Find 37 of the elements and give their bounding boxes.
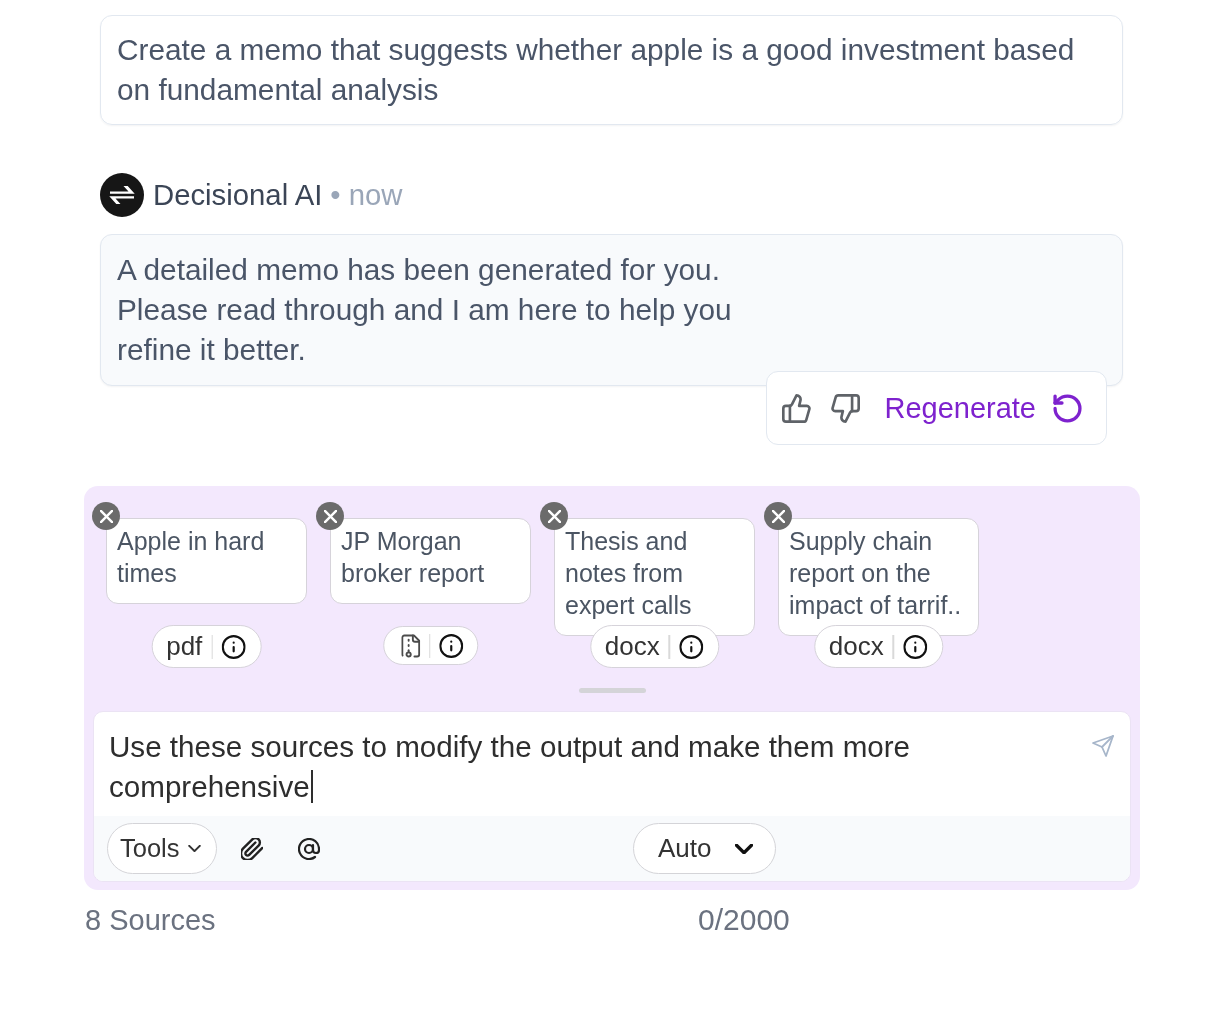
swap-arrows-icon bbox=[100, 173, 144, 217]
at-sign-icon[interactable] bbox=[297, 837, 320, 860]
remove-button[interactable] bbox=[316, 502, 344, 530]
source-card[interactable]: JP Morgan broker report bbox=[330, 518, 531, 604]
info-icon[interactable] bbox=[903, 634, 928, 659]
message-time: • now bbox=[330, 177, 403, 213]
thumbs-down-icon[interactable] bbox=[831, 393, 861, 423]
character-count: 0/2000 bbox=[698, 903, 790, 937]
tools-button[interactable]: Tools bbox=[107, 823, 217, 874]
source-card[interactable]: Thesis and notes from expert calls bbox=[554, 518, 755, 636]
info-icon[interactable] bbox=[439, 633, 464, 658]
close-icon bbox=[771, 509, 785, 523]
close-icon bbox=[547, 509, 561, 523]
file-icon bbox=[400, 633, 420, 658]
remove-button[interactable] bbox=[540, 502, 568, 530]
remove-button[interactable] bbox=[764, 502, 792, 530]
refresh-icon bbox=[1053, 393, 1082, 423]
info-icon[interactable] bbox=[221, 634, 246, 659]
source-count: 8 Sources bbox=[85, 903, 216, 937]
remove-button[interactable] bbox=[92, 502, 120, 530]
thumbs-up-icon[interactable] bbox=[782, 393, 812, 423]
source-card[interactable]: Supply chain report on the impact of tarrif.. bbox=[778, 518, 979, 636]
assistant-message: A detailed memo has been generated for you. Please read through and I am here to help you refine it better. bbox=[117, 252, 733, 368]
mode-dropdown[interactable]: Auto bbox=[633, 823, 776, 874]
sender-name: Decisional AI bbox=[153, 177, 323, 213]
chevron-down-icon bbox=[187, 845, 201, 852]
user-message: Create a memo that suggests whether apple is a good investment based on fundamental analysis bbox=[100, 15, 1123, 125]
info-icon[interactable] bbox=[679, 634, 704, 659]
scrollbar-thumb[interactable] bbox=[578, 688, 646, 693]
source-card[interactable]: Apple in hard times bbox=[106, 518, 307, 604]
file-type-label: pdf bbox=[166, 631, 203, 662]
close-icon bbox=[323, 509, 337, 523]
message-input[interactable]: Use these sources to modify the output and make them more comprehensive bbox=[109, 727, 1072, 807]
regenerate-button[interactable]: Regenerate bbox=[884, 391, 1082, 425]
paperclip-icon[interactable] bbox=[240, 837, 263, 860]
chevron-down-icon bbox=[735, 843, 753, 854]
close-icon bbox=[99, 509, 113, 523]
